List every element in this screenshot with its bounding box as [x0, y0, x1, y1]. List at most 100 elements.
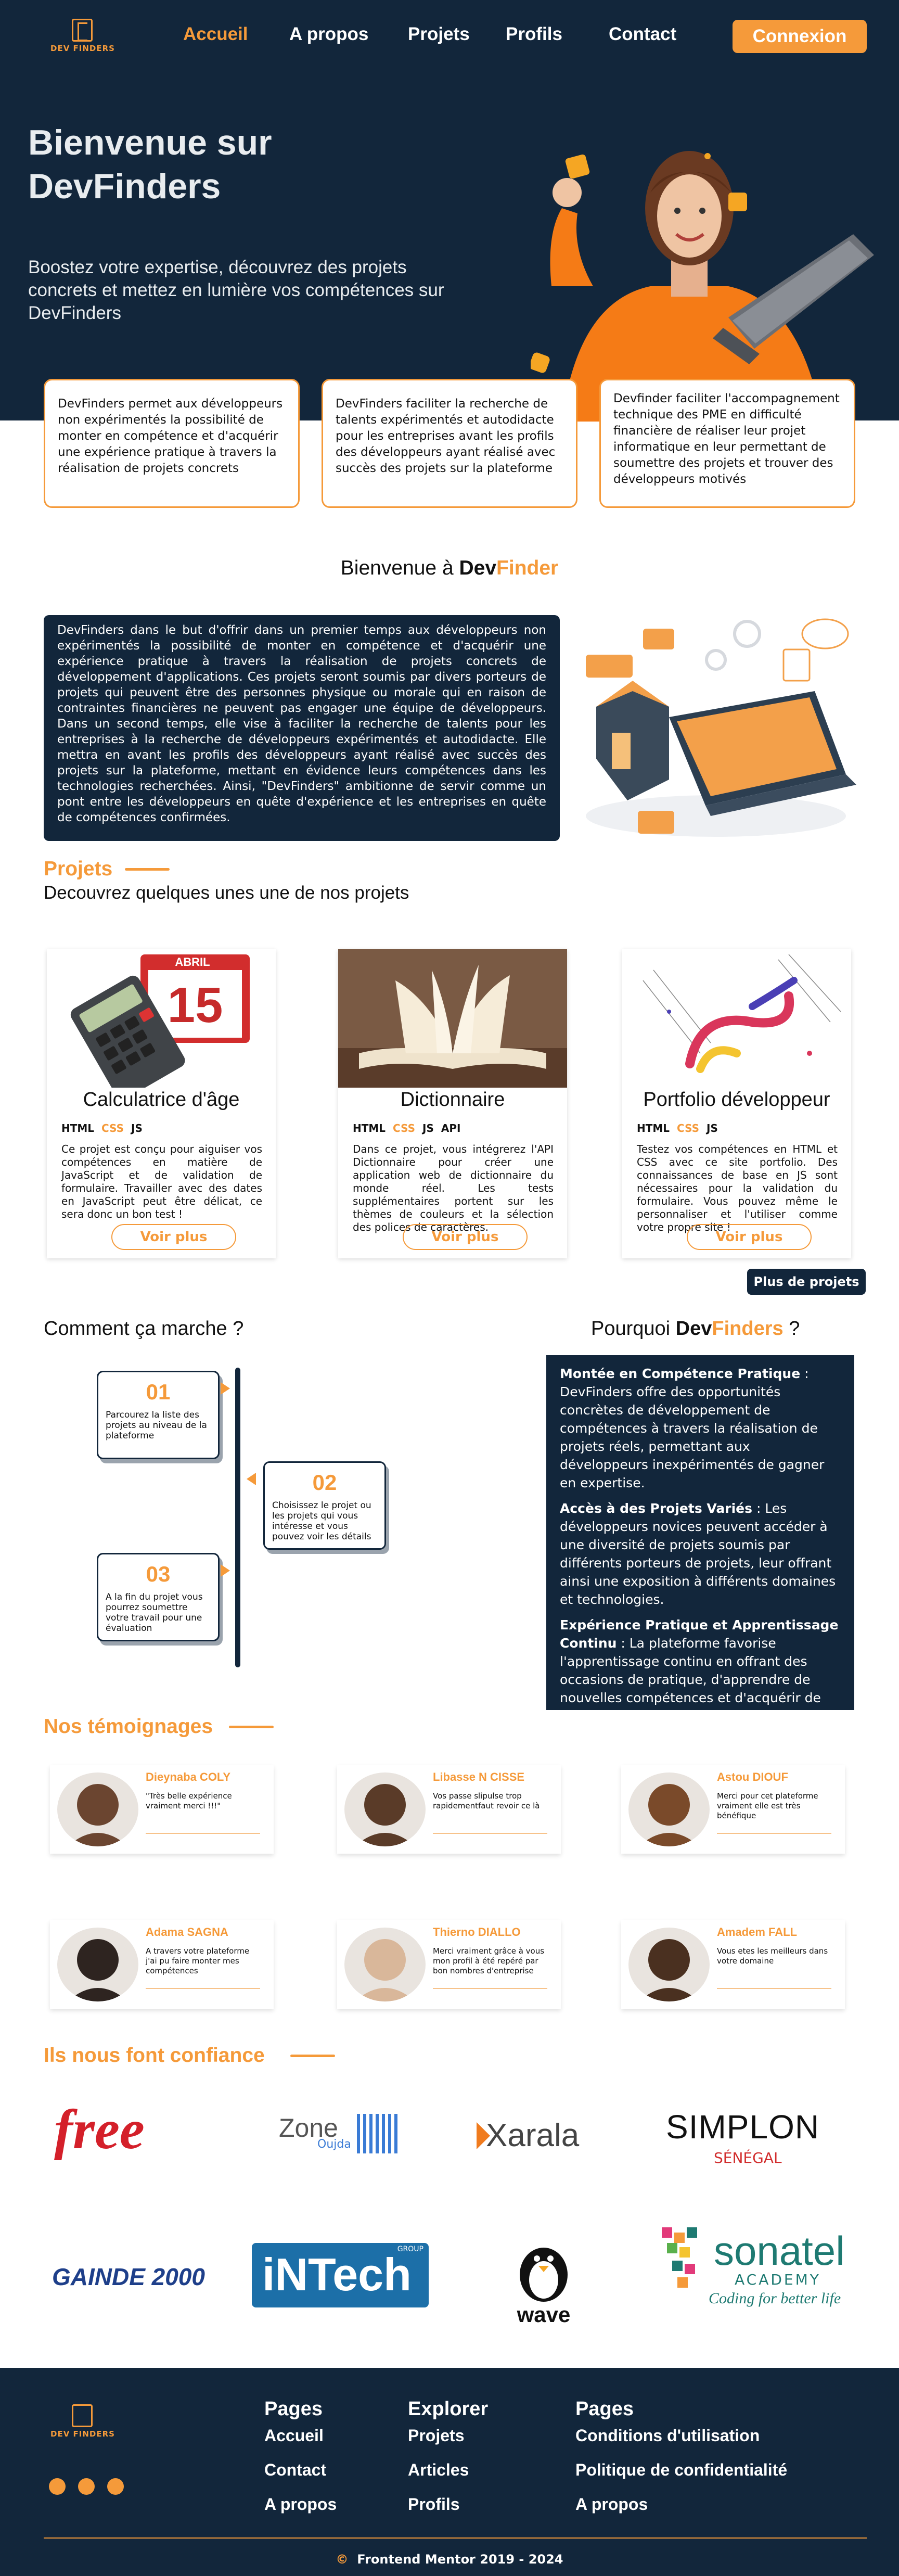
zone01-logo: Zone Oujda	[279, 2113, 404, 2160]
avatar	[344, 1772, 426, 1846]
sonatel-mosaic-icon	[662, 2227, 697, 2288]
step-card-2: 02 Choisissez le projet ou les projets q…	[263, 1461, 386, 1550]
tag-css: CSS	[677, 1122, 699, 1134]
project-description: Dans ce projet, vous intégrerez l'API Di…	[353, 1143, 554, 1233]
logo-mark-icon	[72, 2404, 93, 2427]
zone01-bars-icon	[357, 2114, 399, 2153]
avatar	[57, 1928, 138, 2001]
free-logo: free	[54, 2099, 145, 2161]
footer-col-legal-title: Pages	[575, 2398, 634, 2420]
calculator-calendar-image: 15 ABRIL	[47, 949, 276, 1088]
feature-card-3: Devfinder faciliter l'accompagnement tec…	[599, 379, 855, 508]
testimonial-name: Astou DIOUF	[717, 1770, 788, 1783]
footer-link-confidentialite[interactable]: Politique de confidentialité	[575, 2460, 787, 2480]
facebook-icon[interactable]	[107, 2478, 124, 2495]
testimonial-card: Thierno DIALLO Merci vraiment grâce à vou…	[337, 1920, 561, 2009]
testimonials-title-underline	[229, 1726, 274, 1728]
feature-card-1: DevFinders permet aux développeurs non e…	[44, 379, 300, 508]
testimonial-card: Libasse N CISSE Vos passe slipulse trop r…	[337, 1765, 561, 1854]
timeline-bar	[235, 1368, 240, 1667]
hero-woman-illustration	[531, 151, 874, 422]
tag-html: HTML	[61, 1122, 95, 1134]
testimonial-name: Adama SAGNA	[146, 1925, 228, 1939]
nav-accueil[interactable]: Accueil	[183, 24, 248, 45]
footer-link-projets[interactable]: Projets	[408, 2426, 464, 2445]
testimonial-card: Amadem FALL Vous etes les meilleurs dans …	[621, 1920, 845, 2009]
avatar	[628, 1772, 710, 1846]
voir-plus-button[interactable]: Voir plus	[687, 1224, 812, 1250]
footer-link-contact[interactable]: Contact	[264, 2460, 326, 2480]
step-arrow-icon	[221, 1564, 230, 1577]
footer-link-conditions[interactable]: Conditions d'utilisation	[575, 2426, 760, 2445]
login-button[interactable]: Connexion	[733, 20, 867, 53]
testimonial-name: Amadem FALL	[717, 1925, 798, 1939]
project-title: Portfolio développeur	[643, 1089, 830, 1111]
step-number: 03	[146, 1562, 171, 1586]
testimonial-name: Libasse N CISSE	[433, 1770, 525, 1783]
footer-divider	[44, 2537, 867, 2539]
project-tags: HTML CSS JS	[61, 1122, 150, 1134]
projects-section-title: Projets	[44, 858, 113, 880]
tag-css: CSS	[393, 1122, 415, 1134]
gear-icon	[705, 620, 761, 671]
svg-text:ABRIL: ABRIL	[175, 955, 210, 968]
footer-col-explorer-title: Explorer	[408, 2398, 489, 2420]
footer-col-pages-title: Pages	[264, 2398, 323, 2420]
testimonial-divider	[146, 1833, 260, 1834]
nav-contact[interactable]: Contact	[609, 24, 676, 45]
tag-css: CSS	[101, 1122, 124, 1134]
avatar	[344, 1928, 426, 2001]
tag-api: API	[441, 1122, 461, 1134]
step-card-1: 01 Parcourez la liste des projets au niv…	[97, 1371, 220, 1459]
footer-link-a-propos[interactable]: A propos	[264, 2495, 337, 2514]
tag-js: JS	[707, 1122, 718, 1134]
tag-html: HTML	[637, 1122, 670, 1134]
footer-link-a-propos-2[interactable]: A propos	[575, 2495, 648, 2514]
why-item-3: Expérience Pratique et Apprentissage Con…	[560, 1617, 839, 1724]
footer-link-accueil[interactable]: Accueil	[264, 2426, 324, 2445]
why-devfinders-box: Montée en Compétence Pratique : DevFinde…	[546, 1355, 854, 1724]
step-arrow-icon	[247, 1473, 256, 1485]
projects-subtitle: Decouvrez quelques unes une de nos proje…	[44, 883, 409, 903]
copyright-text: © Frontend Mentor 2019 - 2024	[336, 2552, 563, 2567]
feature-card-2: DevFinders faciliter la recherche de tal…	[322, 379, 577, 508]
footer-link-profils[interactable]: Profils	[408, 2495, 460, 2514]
avatar	[628, 1928, 710, 2001]
project-title: Calculatrice d'âge	[83, 1089, 240, 1111]
testimonial-name: Thierno DIALLO	[433, 1925, 521, 1939]
nav-profils[interactable]: Profils	[506, 24, 562, 45]
testimonial-quote: "Très belle expérience vraiment merci !!…	[146, 1791, 232, 1810]
testimonial-quote: Vos passe slipulse trop rapidementfaut r…	[433, 1791, 540, 1810]
gainde-2000-logo: GAINDE 2000	[52, 2263, 206, 2290]
more-projects-button[interactable]: Plus de projets	[747, 1269, 866, 1295]
project-title: Dictionnaire	[400, 1089, 505, 1111]
twitter-icon[interactable]	[78, 2478, 95, 2495]
logo-text: DEV FINDERS	[50, 44, 115, 53]
testimonial-quote: Merci pour cet plateforme vraiment elle …	[717, 1791, 818, 1820]
testimonial-divider	[433, 1988, 547, 1989]
footer-link-articles[interactable]: Articles	[408, 2460, 469, 2480]
why-item-2: Accès à des Projets Variés : Les dévelop…	[560, 1501, 836, 1607]
web-development-illustration	[586, 618, 856, 837]
logo-mark-icon	[72, 19, 93, 42]
projects-title-underline	[125, 868, 170, 871]
svg-text:15: 15	[168, 977, 223, 1033]
nav-projets[interactable]: Projets	[408, 24, 470, 45]
step-text: A la fin du projet vous pourrez soumettr…	[106, 1592, 203, 1634]
testimonial-card: Astou DIOUF Merci pour cet plateforme vra…	[621, 1765, 845, 1854]
testimonial-card: Adama SAGNA A travers votre plateforme j'…	[50, 1920, 274, 2009]
project-description: Testez vos compétences en HTML et CSS av…	[637, 1143, 838, 1233]
project-card-calculatrice: 15 ABRIL Calculatrice d'âge HTML CSS JS Ce…	[47, 949, 276, 1258]
project-card-dictionnaire: Dictionnaire HTML CSS JS API Dans ce projet…	[338, 949, 567, 1258]
voir-plus-button[interactable]: Voir plus	[403, 1224, 528, 1250]
voir-plus-button[interactable]: Voir plus	[111, 1224, 236, 1250]
nav-a-propos[interactable]: A propos	[289, 24, 368, 45]
hero-title: Bienvenue sur DevFinders	[28, 123, 272, 206]
testimonial-name: Dieynaba COLY	[146, 1770, 231, 1783]
instagram-icon[interactable]	[49, 2478, 66, 2495]
devfinders-logo[interactable]: DEV FINDERS	[44, 19, 122, 55]
step-number: 01	[146, 1380, 171, 1404]
project-tags: HTML CSS JS API	[353, 1122, 468, 1134]
tag-js: JS	[422, 1122, 434, 1134]
footer-logo[interactable]: DEV FINDERS	[44, 2404, 122, 2441]
